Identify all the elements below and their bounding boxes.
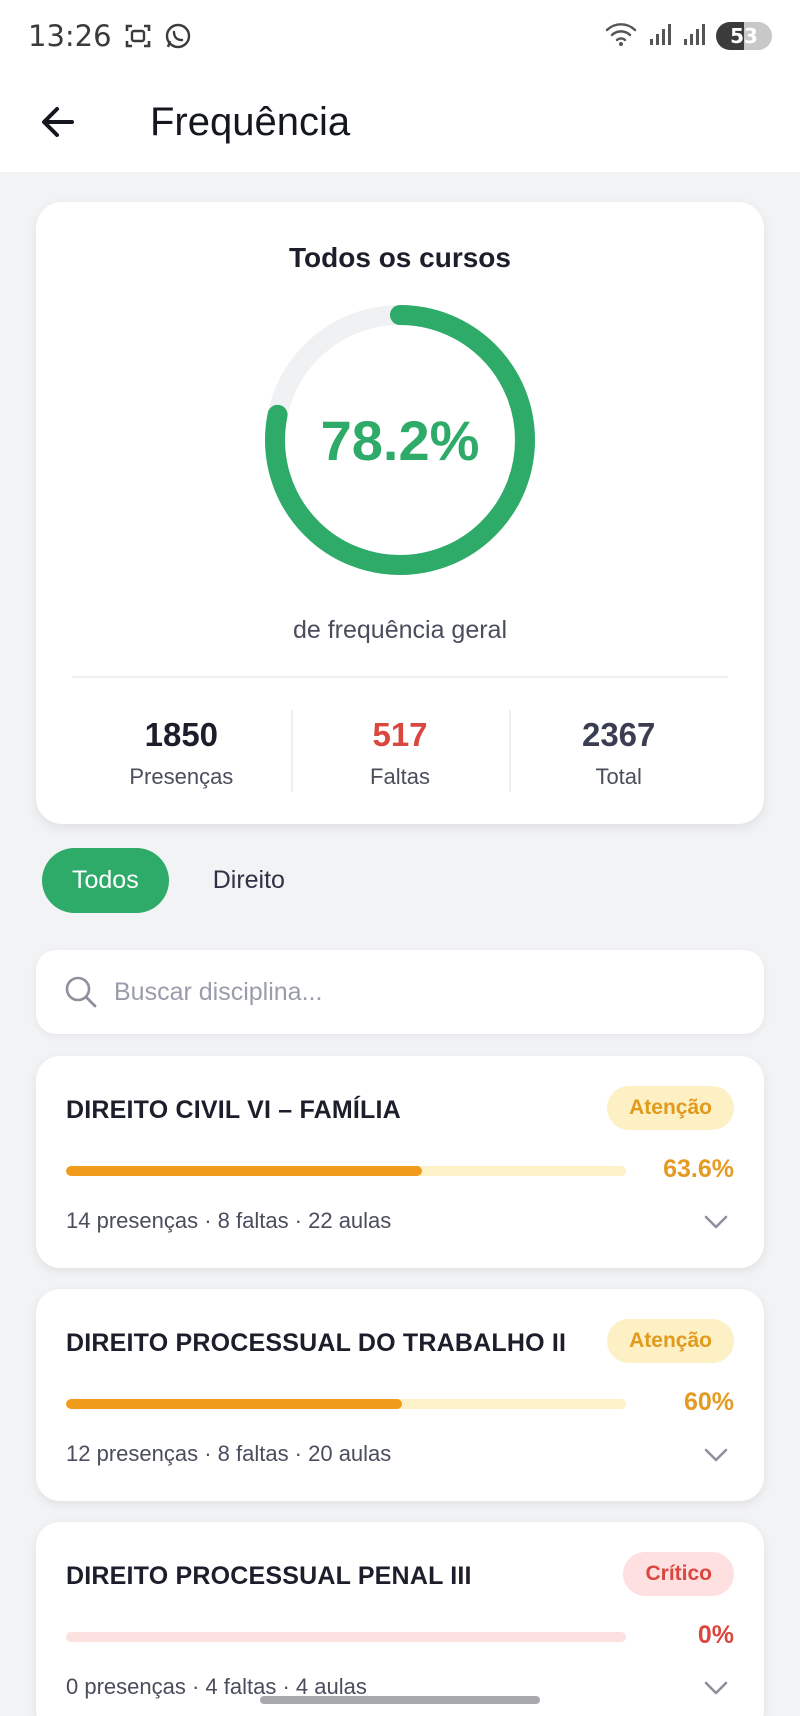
stat-presencas: 1850 Presenças	[72, 702, 291, 792]
stat-label: Presenças	[129, 764, 234, 789]
stat-label: Faltas	[370, 764, 430, 789]
chevron-down-icon[interactable]	[702, 1208, 730, 1236]
progress-track	[66, 1632, 626, 1642]
status-badge: Crítico	[623, 1552, 734, 1596]
whatsapp-icon	[164, 22, 192, 50]
back-button[interactable]	[28, 92, 88, 152]
overall-percent: 78.2%	[320, 408, 480, 472]
course-name: DIREITO PROCESSUAL DO TRABALHO II	[66, 1329, 567, 1357]
search-box[interactable]	[36, 950, 764, 1034]
signal-icon	[682, 21, 706, 52]
progress-track	[66, 1166, 626, 1176]
arrow-left-icon	[42, 107, 74, 137]
course-meta: 12 presenças · 8 faltas · 20 aulas	[66, 1441, 392, 1466]
course-percent: 0%	[697, 1621, 734, 1649]
progress-track	[66, 1399, 626, 1409]
search-input[interactable]	[114, 977, 674, 1007]
status-badge: Atenção	[607, 1086, 734, 1130]
stat-faltas: 517 Faltas	[290, 702, 510, 792]
progress-fill	[66, 1166, 423, 1176]
chip-direito[interactable]: Direito	[183, 848, 315, 913]
course-name: DIREITO PROCESSUAL PENAL III	[66, 1562, 472, 1590]
battery-level: 53	[730, 24, 758, 48]
wifi-icon	[604, 20, 638, 53]
course-percent: 63.6%	[663, 1155, 734, 1183]
course-name: DIREITO CIVIL VI – FAMÍLIA	[66, 1096, 401, 1124]
screenshot-icon	[124, 22, 152, 50]
divider	[72, 676, 728, 678]
signal-icon	[648, 21, 672, 52]
stat-value: 1850	[144, 716, 219, 753]
course-meta: 14 presenças · 8 faltas · 22 aulas	[66, 1208, 392, 1233]
course-card[interactable]: DIREITO CIVIL VI – FAMÍLIA Atenção 63.6%…	[36, 1056, 764, 1268]
status-badge: Atenção	[607, 1319, 734, 1363]
status-left: 13:26	[28, 19, 192, 53]
progress-fill	[66, 1399, 402, 1409]
stats-row: 1850 Presenças 517 Faltas 2367 Total	[72, 702, 728, 792]
course-card[interactable]: DIREITO PROCESSUAL DO TRABALHO II Atençã…	[36, 1289, 764, 1501]
chevron-down-icon[interactable]	[702, 1674, 730, 1702]
search-icon	[65, 976, 97, 1008]
stat-value: 2367	[581, 716, 656, 753]
stat-label: Total	[595, 764, 642, 789]
app-bar: Frequência	[0, 72, 800, 172]
chip-todos[interactable]: Todos	[42, 848, 169, 913]
stat-value: 517	[372, 716, 428, 753]
status-right: 53	[604, 20, 772, 53]
status-time: 13:26	[28, 19, 112, 53]
stat-total: 2367 Total	[509, 702, 728, 792]
home-indicator[interactable]	[260, 1696, 540, 1704]
status-bar: 13:26 53	[0, 0, 800, 72]
summary-card: Todos os cursos 78.2% de frequência gera…	[36, 202, 764, 824]
summary-title: Todos os cursos	[289, 242, 511, 273]
overall-caption: de frequência geral	[292, 616, 508, 644]
course-percent: 60%	[683, 1388, 734, 1416]
page-title: Frequência	[150, 99, 351, 144]
course-card[interactable]: DIREITO PROCESSUAL PENAL III Crítico 0% …	[36, 1522, 764, 1716]
filter-chips: Todos Direito	[42, 848, 315, 913]
battery-icon: 53	[716, 22, 772, 50]
chevron-down-icon[interactable]	[702, 1441, 730, 1469]
